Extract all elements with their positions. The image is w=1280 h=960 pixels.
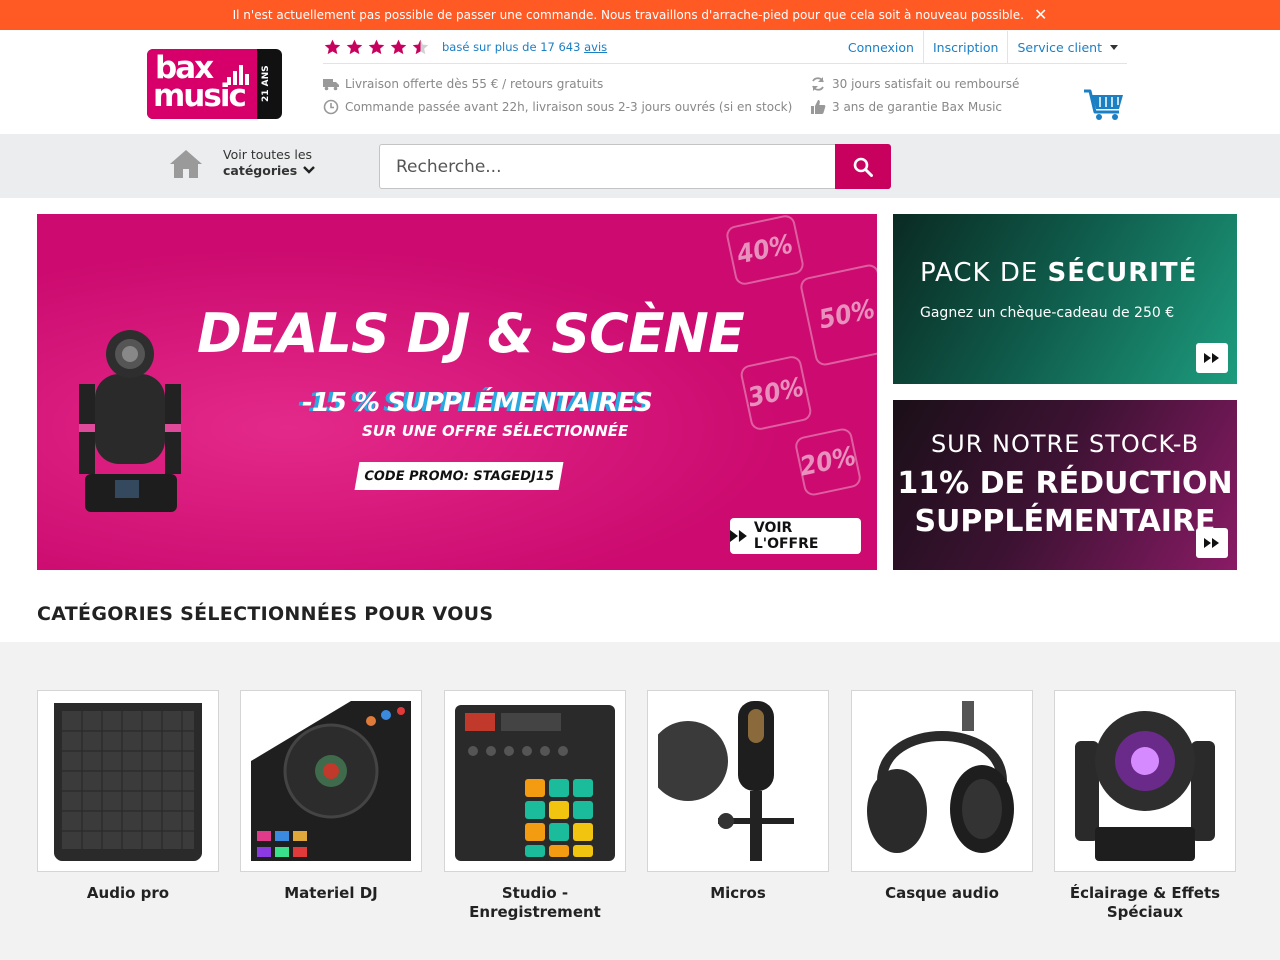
category-card[interactable]: Studio - Enregistrement	[444, 690, 626, 922]
header-divider	[323, 63, 1127, 64]
security-banner-subtitle: Gagnez un chèque-cadeau de 250 €	[920, 305, 1175, 321]
star-icon	[368, 39, 385, 54]
search-input[interactable]: Recherche...	[379, 144, 836, 189]
category-label: Éclairage & Effets Spéciaux	[1069, 884, 1221, 921]
refresh-icon	[812, 77, 824, 91]
category-card[interactable]: Materiel DJ	[240, 690, 422, 903]
fast-forward-button[interactable]	[1196, 528, 1228, 558]
fast-forward-icon	[1204, 353, 1219, 363]
usp-delivery-text: Livraison offerte dès 55 € / retours gra…	[345, 77, 604, 91]
usp-warranty-text: 3 ans de garantie Bax Music	[832, 100, 1003, 114]
categories-heading: CATÉGORIES SÉLECTIONNÉES POUR VOUS	[37, 603, 494, 625]
category-card[interactable]: Micros	[647, 690, 829, 903]
promo-code: CODE PROMO: STAGEDJ15	[354, 462, 564, 490]
usp-order-time: Commande passée avant 22h, livraison sou…	[323, 98, 792, 116]
moving-head-image	[1065, 701, 1225, 861]
rating-stars	[323, 38, 430, 57]
usp-delivery: Livraison offerte dès 55 € / retours gra…	[323, 75, 603, 93]
category-label: Studio - Enregistrement	[469, 884, 601, 921]
usp-order-time-text: Commande passée avant 22h, livraison sou…	[345, 100, 793, 114]
chevron-down-icon	[303, 166, 316, 174]
close-icon[interactable]: ✕	[1034, 7, 1047, 23]
category-label: Casque audio	[885, 884, 999, 902]
stock-banner-line3: SUPPLÉMENTAIRE	[914, 504, 1216, 539]
clock-icon	[323, 99, 339, 115]
banner-title: DEALS DJ & SCÈNE	[197, 302, 745, 365]
bax-music-logo[interactable]: bax music 21 ANS	[147, 49, 282, 119]
star-icon	[346, 39, 363, 54]
star-half-icon	[412, 39, 429, 54]
discount-tile: 20%	[793, 426, 863, 498]
alert-bar: Il n'est actuellement pas possible de pa…	[0, 0, 1280, 30]
anniversary-badge: 21 ANS	[261, 65, 271, 103]
fast-forward-icon	[1204, 538, 1219, 548]
banner-security-pack[interactable]: PACK DE SÉCURITÉ Gagnez un chèque-cadeau…	[893, 214, 1237, 384]
customer-service-label: Service client	[1017, 39, 1102, 55]
stock-banner-line2: 11% DE RÉDUCTION	[897, 466, 1233, 501]
category-label: Audio pro	[86, 884, 170, 902]
studio-controller-image	[455, 701, 615, 861]
banner-subtitle: -15 % SUPPLÉMENTAIRES	[302, 388, 653, 418]
fast-forward-icon	[730, 530, 747, 542]
account-nav: Connexion Inscription Service client	[839, 31, 1127, 63]
search-icon	[853, 157, 873, 177]
search-placeholder: Recherche...	[396, 156, 502, 177]
banner-subtitle-2: SUR UNE OFFRE SÉLECTIONNÉE	[362, 422, 629, 440]
rating-summary: basé sur plus de 17 643 avis	[323, 37, 607, 57]
microphone-image	[658, 701, 818, 861]
login-link[interactable]: Connexion	[839, 31, 923, 63]
category-label: Micros	[710, 884, 766, 902]
equalizer-icon	[227, 63, 253, 85]
discount-tile: 30%	[738, 354, 814, 432]
usp-refund-text: 30 jours satisfait ou remboursé	[832, 77, 1020, 91]
alert-message: Il n'est actuellement pas possible de pa…	[232, 8, 1024, 22]
all-categories-line1: Voir toutes les	[223, 147, 313, 162]
banner-deals-dj-scene[interactable]: 40% 50% 30% 20% DEALS DJ & SCÈNE -15 % S…	[37, 214, 877, 570]
reviews-link[interactable]: avis	[584, 40, 607, 54]
customer-service-dropdown[interactable]: Service client	[1007, 31, 1127, 63]
fast-forward-button[interactable]	[1196, 343, 1228, 373]
category-label: Materiel DJ	[284, 884, 378, 902]
dj-controller-image	[251, 701, 411, 861]
chevron-down-icon	[1110, 44, 1118, 50]
truck-icon	[323, 79, 339, 91]
stock-banner-line1: SUR NOTRE STOCK-B	[930, 430, 1200, 458]
all-categories-toggle[interactable]: Voir toutes les catégories	[223, 147, 316, 179]
usp-refund: 30 jours satisfait ou remboursé	[810, 75, 1019, 93]
view-offer-button[interactable]: VOIR L'OFFRE	[730, 518, 861, 554]
thumbs-up-icon	[811, 100, 826, 114]
moving-head-light-image	[79, 330, 181, 512]
speaker-image	[48, 701, 208, 861]
search-button[interactable]	[835, 144, 891, 189]
category-card[interactable]: Éclairage & Effets Spéciaux	[1054, 690, 1236, 922]
view-offer-label: VOIR L'OFFRE	[753, 520, 819, 552]
category-card[interactable]: Audio pro	[37, 690, 219, 903]
star-icon	[390, 39, 407, 54]
star-icon	[324, 39, 341, 54]
usp-warranty: 3 ans de garantie Bax Music	[810, 98, 1002, 116]
shopping-cart-icon[interactable]	[1083, 88, 1125, 122]
rating-text: basé sur plus de 17 643	[442, 40, 581, 54]
home-icon[interactable]	[169, 149, 203, 179]
logo-text-line2: music	[153, 78, 247, 114]
all-categories-line2: catégories	[223, 163, 298, 178]
headphones-image	[862, 701, 1022, 861]
signup-link[interactable]: Inscription	[922, 31, 1008, 63]
security-banner-title: PACK DE SÉCURITÉ	[920, 258, 1198, 288]
category-card[interactable]: Casque audio	[851, 690, 1033, 903]
banner-stock-b[interactable]: SUR NOTRE STOCK-B 11% DE RÉDUCTION SUPPL…	[893, 400, 1237, 570]
